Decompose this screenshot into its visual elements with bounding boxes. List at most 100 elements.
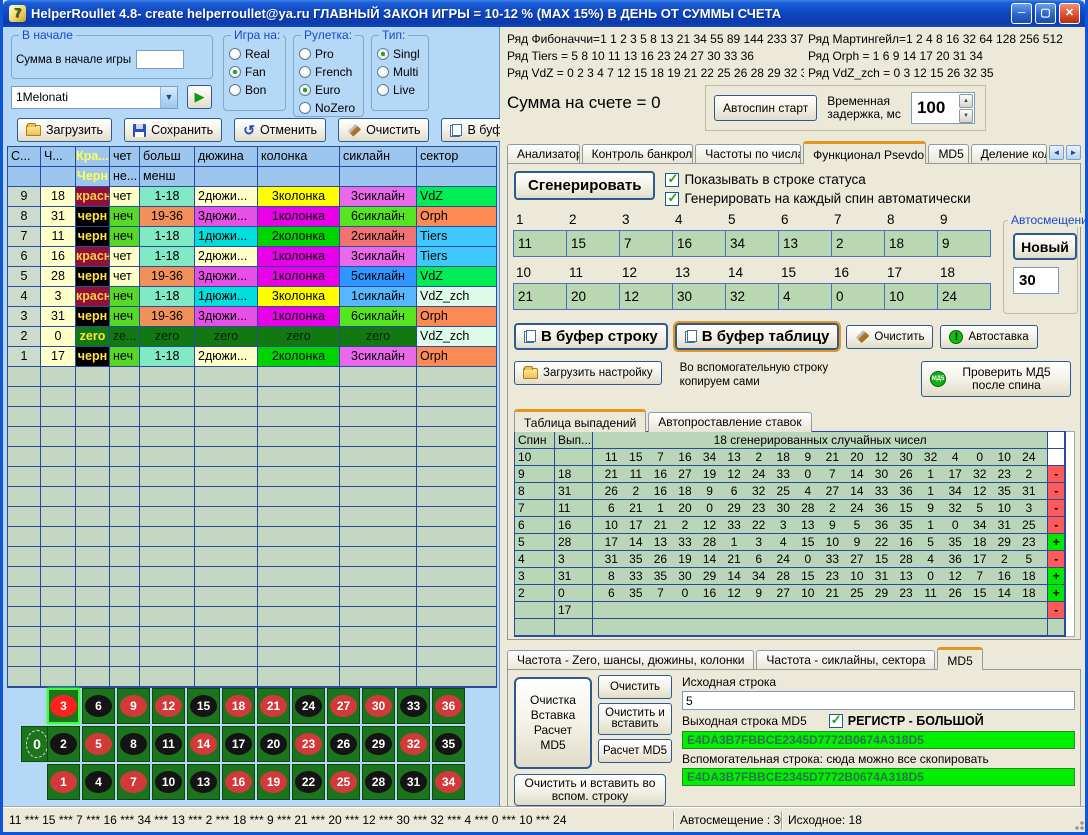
- spin-table-row[interactable]: 616101721212332231395363510343125-: [515, 517, 1065, 534]
- radio-icon[interactable]: [229, 48, 241, 60]
- board-cell-18[interactable]: 18: [222, 688, 255, 724]
- radio-option-pro[interactable]: Pro: [299, 47, 360, 61]
- tab-функционал-psevdoms[interactable]: Функционал PsevdoMS: [803, 141, 926, 164]
- board-cell-1[interactable]: 1: [47, 764, 80, 800]
- radio-option-bon[interactable]: Bon: [229, 83, 282, 97]
- radio-icon[interactable]: [377, 66, 389, 78]
- radio-icon[interactable]: [299, 102, 311, 114]
- freqtab-частота-zero-шансы-дюжины-колонки[interactable]: Частота - Zero, шансы, дюжины, колонки: [507, 650, 754, 670]
- grid-value[interactable]: 15: [566, 230, 620, 257]
- grid-value[interactable]: 21: [513, 283, 567, 310]
- preset-combobox[interactable]: 1Melonati ▼: [11, 86, 178, 109]
- spin-table-row[interactable]: 8312621618963225427143336134123531-: [515, 483, 1065, 500]
- auto-generate-checkbox[interactable]: Генерировать на каждый спин автоматическ…: [665, 191, 970, 206]
- autobet-button[interactable]: ! Автоставка: [940, 325, 1037, 349]
- board-cell-26[interactable]: 26: [327, 726, 360, 762]
- history-row[interactable]: 20zeroze...zerozerozerozeroVdZ_zch: [8, 327, 496, 347]
- md5-clear-button[interactable]: Очистить: [598, 675, 672, 699]
- history-row[interactable]: С...Ч...Кра...четбольшдюжинаколонкасикла…: [8, 147, 496, 167]
- checkbox-icon[interactable]: [665, 173, 679, 187]
- aux-string-field[interactable]: E4DA3B7FBBCE2345D7772B0674A318D5: [682, 768, 1075, 786]
- tab-анализатор[interactable]: Анализатор: [507, 144, 580, 164]
- board-cell-17[interactable]: 17: [222, 726, 255, 762]
- copy-line-button[interactable]: В буфер строку: [514, 323, 668, 350]
- history-row[interactable]: [8, 667, 496, 687]
- history-row[interactable]: 711черннеч1-181дюжи...2колонка2сиклайнTi…: [8, 227, 496, 247]
- generate-button[interactable]: Сгенерировать: [514, 171, 655, 200]
- grid-value[interactable]: 4: [778, 283, 832, 310]
- history-row[interactable]: [8, 407, 496, 427]
- grid-value[interactable]: 9: [937, 230, 991, 257]
- tab-контроль-банкролла[interactable]: Контроль банкролла: [582, 144, 694, 164]
- freqtab-частота-сиклайны-сектора[interactable]: Частота - сиклайны, сектора: [756, 650, 935, 670]
- freqtab-md5[interactable]: MD5: [937, 647, 982, 670]
- board-cell-7[interactable]: 7: [117, 764, 150, 800]
- history-row[interactable]: [8, 607, 496, 627]
- spinner-up-icon[interactable]: ▲: [959, 94, 973, 108]
- board-cell-23[interactable]: 23: [292, 726, 325, 762]
- grid-value[interactable]: 24: [937, 283, 991, 310]
- board-cell-12[interactable]: 12: [152, 688, 185, 724]
- board-cell-24[interactable]: 24: [292, 688, 325, 724]
- history-row[interactable]: [8, 587, 496, 607]
- history-row[interactable]: 831черннеч19-363дюжи...1колонка6сиклайнO…: [8, 207, 496, 227]
- tab-частоты-по-числам[interactable]: Частоты по числам: [695, 144, 801, 164]
- apply-preset-button[interactable]: ▶: [187, 85, 212, 109]
- toolbar-button-folder[interactable]: Загрузить: [17, 118, 112, 142]
- radio-option-multi[interactable]: Multi: [377, 65, 425, 79]
- radio-icon[interactable]: [299, 66, 311, 78]
- tab-scroll-left-icon[interactable]: ◄: [1049, 145, 1064, 160]
- radio-option-live[interactable]: Live: [377, 83, 425, 97]
- board-cell-28[interactable]: 28: [362, 764, 395, 800]
- board-cell-5[interactable]: 5: [82, 726, 115, 762]
- board-cell-8[interactable]: 8: [117, 726, 150, 762]
- history-row[interactable]: 117черннеч1-182дюжи...2колонка3сиклайнOr…: [8, 347, 496, 367]
- spin-table-row[interactable]: 17-: [515, 602, 1065, 619]
- history-row[interactable]: [8, 447, 496, 467]
- board-cell-36[interactable]: 36: [432, 688, 465, 724]
- subtab-таблица-выпадений[interactable]: Таблица выпадений: [514, 409, 646, 432]
- board-cell-6[interactable]: 6: [82, 688, 115, 724]
- board-cell-20[interactable]: 20: [257, 726, 290, 762]
- minimize-button[interactable]: ─: [1011, 3, 1032, 24]
- history-row[interactable]: [8, 527, 496, 547]
- history-row[interactable]: 528чернчет19-363дюжи...1колонка5сиклайнV…: [8, 267, 496, 287]
- toolbar-button-undo[interactable]: ↺Отменить: [234, 118, 326, 142]
- radio-icon[interactable]: [377, 84, 389, 96]
- copy-table-button[interactable]: В буфер таблицу: [675, 323, 840, 350]
- grid-value[interactable]: 30: [672, 283, 726, 310]
- board-cell-9[interactable]: 9: [117, 688, 150, 724]
- board-cell-4[interactable]: 4: [82, 764, 115, 800]
- grid-value[interactable]: 13: [778, 230, 832, 257]
- grid-value[interactable]: 20: [566, 283, 620, 310]
- uppercase-checkbox[interactable]: РЕГИСТР - БОЛЬШОЙ: [829, 714, 984, 728]
- chevron-down-icon[interactable]: ▼: [160, 87, 177, 108]
- subtab-автопроставление-ставок[interactable]: Автопроставление ставок: [648, 412, 811, 432]
- history-row[interactable]: [8, 507, 496, 527]
- maximize-button[interactable]: ▢: [1035, 3, 1056, 24]
- board-cell-32[interactable]: 32: [397, 726, 430, 762]
- radio-option-fan[interactable]: Fan: [229, 65, 282, 79]
- grid-value[interactable]: 0: [831, 283, 885, 310]
- spin-table-row[interactable]: 331833353029143428152310311301271618+: [515, 568, 1065, 585]
- history-row[interactable]: 43красннеч1-181дюжи...3колонка1сиклайнVd…: [8, 287, 496, 307]
- spin-table-scrollbar[interactable]: [1066, 431, 1075, 637]
- grid-value[interactable]: 11: [513, 230, 567, 257]
- grid-value[interactable]: 34: [725, 230, 779, 257]
- resize-grip[interactable]: [1072, 818, 1084, 830]
- md5-calc-button[interactable]: Расчет MD5: [598, 739, 672, 763]
- source-string-input[interactable]: [682, 691, 1075, 710]
- history-row[interactable]: 918краснчет1-182дюжи...3колонка3сиклайнV…: [8, 187, 496, 207]
- checkbox-icon[interactable]: [665, 192, 679, 206]
- radio-icon[interactable]: [299, 48, 311, 60]
- grid-value[interactable]: 2: [831, 230, 885, 257]
- md5-clear-paste-aux-button[interactable]: Очистить и вставить во вспом. строку: [514, 774, 666, 806]
- board-cell-33[interactable]: 33: [397, 688, 430, 724]
- radio-icon[interactable]: [229, 66, 241, 78]
- board-cell-34[interactable]: 34: [432, 764, 465, 800]
- radio-option-nozero[interactable]: NoZero: [299, 101, 360, 115]
- history-row[interactable]: [8, 647, 496, 667]
- tab-md5[interactable]: MD5: [928, 144, 968, 164]
- spinner-down-icon[interactable]: ▼: [959, 109, 973, 123]
- history-row[interactable]: 331черннеч19-363дюжи...1колонка6сиклайнO…: [8, 307, 496, 327]
